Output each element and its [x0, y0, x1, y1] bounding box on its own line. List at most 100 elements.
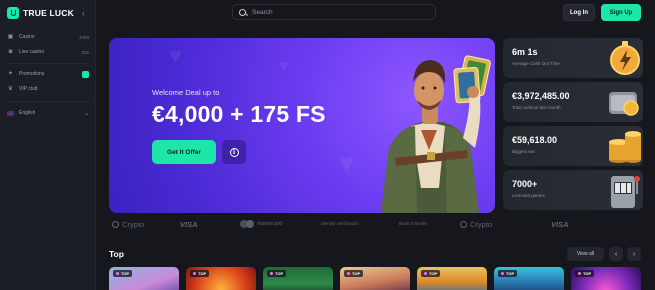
live-casino-icon: ◙	[8, 48, 13, 55]
stat-label: Total cashout last month	[512, 105, 561, 110]
sidebar-item-count: 325	[81, 49, 89, 55]
top-tag: TOP	[575, 270, 595, 277]
brand-mark-icon	[7, 7, 19, 19]
mastercard-icon	[240, 220, 254, 228]
promotions-badge	[82, 70, 89, 78]
adventurer-character-illustration	[381, 55, 491, 213]
login-button[interactable]: Log In	[563, 4, 595, 21]
section-title-top: Top	[109, 249, 124, 259]
sidebar-item-vip-club[interactable]: ♛ VIP club	[7, 83, 89, 95]
heart-decoration-icon: ♥	[339, 148, 355, 178]
sidebar: TRUE LUCK ‹ ▣ Casino 4490 ◙ Live casino …	[0, 0, 96, 290]
payment-visa-logo: VISA	[180, 219, 198, 229]
language-label: English	[19, 110, 36, 116]
stat-label: Biggest win	[512, 149, 536, 154]
next-arrow-button[interactable]: ›	[627, 247, 641, 261]
game-tile[interactable]: TOP	[571, 267, 641, 290]
sidebar-item-label: VIP club	[19, 86, 38, 92]
brand-logo[interactable]: TRUE LUCK	[7, 7, 74, 19]
payment-mastercard-logo: mastercard	[240, 218, 282, 230]
flame-icon	[193, 272, 196, 275]
sidebar-item-casino[interactable]: ▣ Casino 4490	[7, 31, 89, 43]
stat-value: €59,618.00	[512, 135, 558, 145]
casino-icon: ▣	[7, 33, 14, 40]
collapse-sidebar-icon[interactable]: ‹	[82, 9, 85, 18]
game-tile[interactable]: TOP	[494, 267, 564, 290]
top-tag: TOP	[267, 270, 287, 277]
stat-card-total-cashout: €3,972,485.00 Total cashout last month	[503, 82, 643, 122]
stat-value: 7000+	[512, 179, 538, 189]
top-tag: TOP	[344, 270, 364, 277]
payment-label: mastercard	[257, 220, 283, 227]
chevron-left-icon: ‹	[614, 250, 618, 258]
view-all-button[interactable]: View all	[567, 247, 604, 261]
search-icon	[239, 8, 246, 16]
payment-visa-logo: VISA	[551, 219, 569, 229]
payment-identity-verification-logo: Identity Verification	[321, 218, 361, 230]
vip-icon: ♛	[7, 85, 14, 92]
payment-crypto-logo: Crypto	[112, 218, 144, 230]
wallet-icon	[609, 92, 639, 116]
chevron-right-icon: ›	[632, 250, 636, 258]
info-icon: i	[229, 147, 239, 157]
sidebar-item-live-casino[interactable]: ◙ Live casino 325	[7, 46, 89, 58]
search-placeholder: Search	[252, 8, 273, 16]
uk-flag-icon	[7, 110, 14, 116]
sidebar-divider	[7, 63, 89, 64]
heart-decoration-icon: ♥	[169, 43, 183, 68]
stat-card-biggest-win: €59,618.00 Biggest win	[503, 126, 643, 166]
stat-value: 6m 1s	[512, 47, 538, 57]
signup-button[interactable]: Sign Up	[601, 4, 641, 21]
top-tag: TOP	[421, 270, 441, 277]
sidebar-item-label: Promotions	[19, 71, 45, 77]
promotions-icon: ✦	[7, 70, 14, 77]
flame-icon	[347, 272, 350, 275]
flame-icon	[424, 272, 427, 275]
info-button[interactable]: i	[222, 140, 246, 164]
flame-icon	[501, 272, 504, 275]
heart-decoration-icon: ♥	[279, 58, 289, 75]
sidebar-item-promotions[interactable]: ✦ Promotions	[7, 68, 89, 80]
sidebar-item-label: Casino	[19, 34, 35, 40]
lightning-icon	[610, 41, 640, 75]
payment-label: Crypto	[470, 219, 493, 229]
search-input[interactable]: Search	[232, 4, 436, 20]
payment-label: Crypto	[122, 219, 145, 229]
app-root: TRUE LUCK ‹ ▣ Casino 4490 ◙ Live casino …	[0, 0, 655, 290]
payment-crypto-logo: Crypto	[460, 218, 492, 230]
game-tile[interactable]: TOP	[417, 267, 487, 290]
stat-label: Licensed games	[512, 193, 545, 198]
crypto-icon	[460, 220, 467, 228]
slot-machine-icon	[611, 176, 640, 208]
game-tile[interactable]: TOP	[186, 267, 256, 290]
stat-card-licensed-games: 7000+ Licensed games	[503, 170, 643, 210]
language-selector[interactable]: English ⌄	[7, 107, 89, 119]
top-tag: TOP	[190, 270, 210, 277]
stat-value: €3,972,485.00	[512, 91, 570, 101]
sidebar-item-count: 4490	[78, 34, 89, 40]
payment-bank-transfer-logo: Bank Transfer	[399, 218, 433, 230]
hero-subtitle: Welcome Deal up to	[152, 88, 220, 97]
flame-icon	[578, 272, 581, 275]
crypto-icon	[112, 220, 119, 228]
game-tile[interactable]: TOP	[340, 267, 410, 290]
game-tile[interactable]: TOP	[109, 267, 179, 290]
flame-icon	[116, 272, 119, 275]
flame-icon	[270, 272, 273, 275]
payment-label: Bank Transfer	[399, 220, 428, 226]
coins-icon	[609, 131, 641, 163]
sidebar-divider	[7, 101, 89, 102]
hero-banner[interactable]: ♥ ♥ ♥ Welcome Deal up to €4,000 + 175 FS…	[109, 38, 495, 213]
top-tag: TOP	[498, 270, 518, 277]
top-tag: TOP	[113, 270, 133, 277]
game-tile[interactable]: TOP	[263, 267, 333, 290]
stat-label: Average Cash Out Time	[512, 61, 560, 66]
prev-arrow-button[interactable]: ‹	[609, 247, 623, 261]
chevron-down-icon: ⌄	[83, 110, 89, 117]
get-offer-button[interactable]: Get It Offer	[152, 140, 216, 164]
payment-label: Identity Verification	[321, 220, 359, 226]
stat-card-cashout-time: 6m 1s Average Cash Out Time	[503, 38, 643, 78]
brand-name: TRUE LUCK	[23, 8, 74, 18]
sidebar-item-label: Live casino	[19, 49, 45, 55]
hero-headline: €4,000 + 175 FS	[152, 101, 326, 127]
